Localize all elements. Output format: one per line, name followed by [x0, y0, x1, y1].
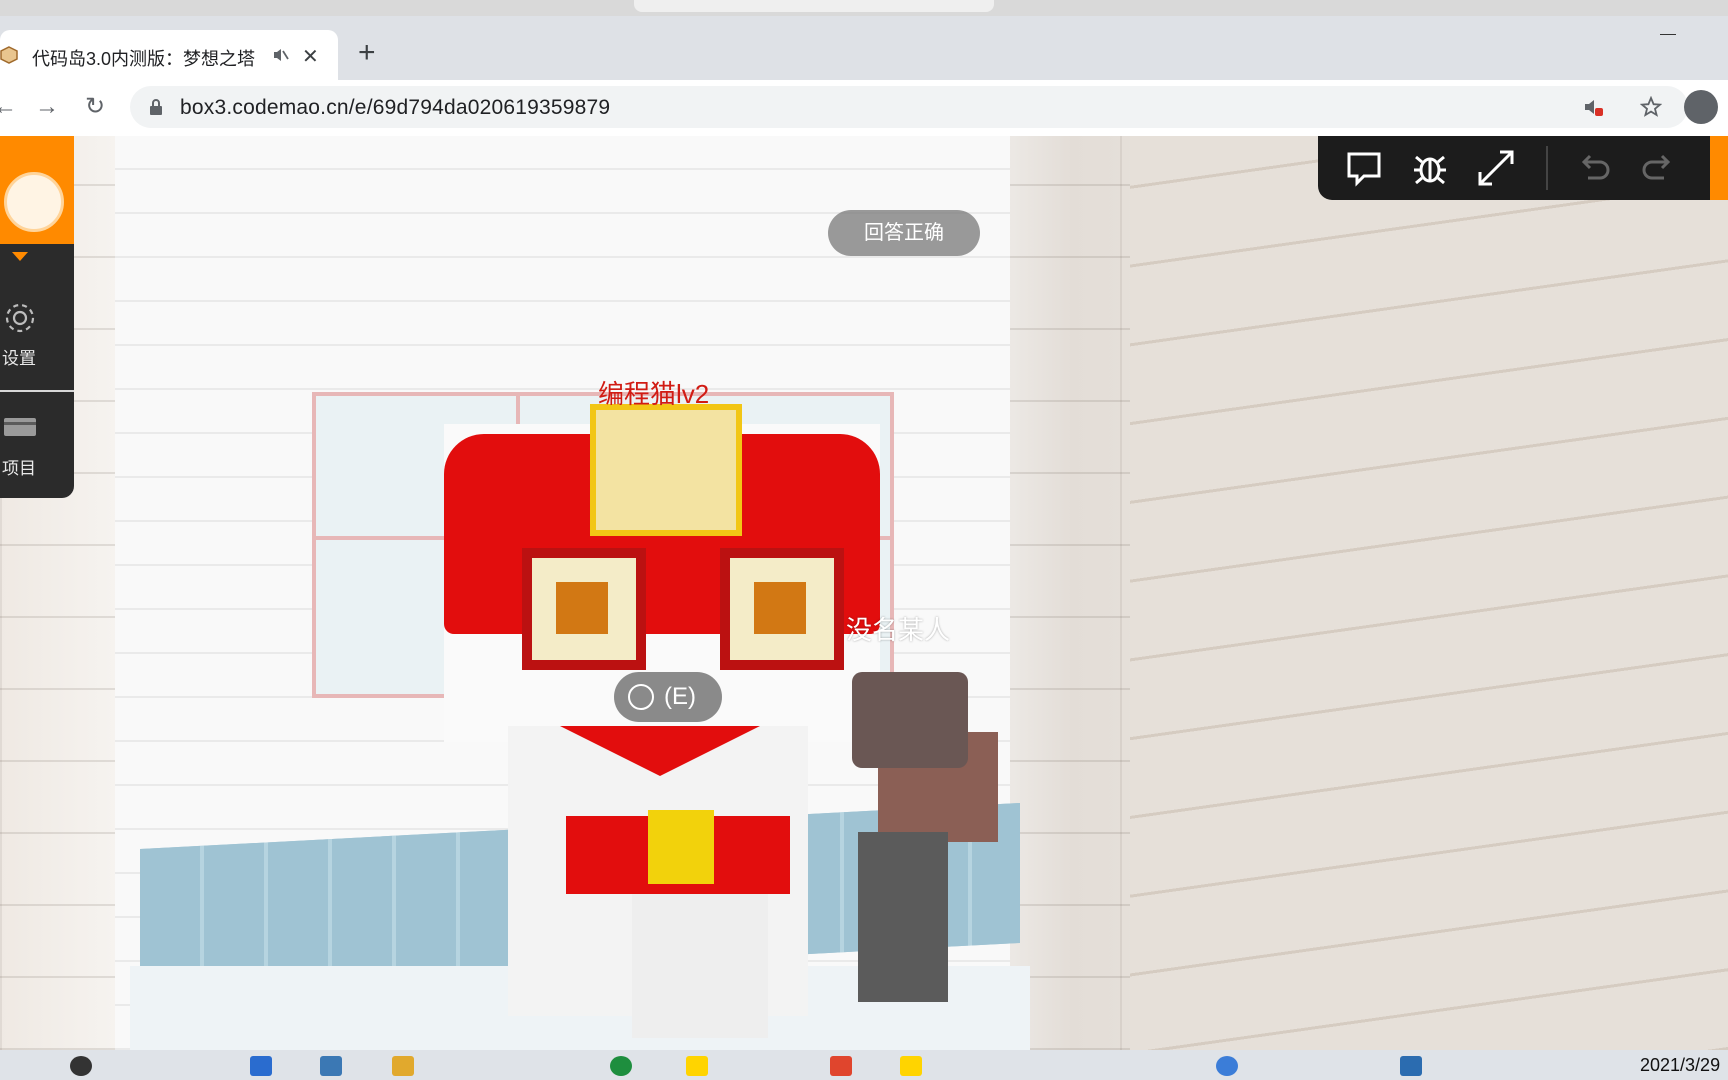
cat-right-eye — [720, 548, 844, 670]
toolbar-separator — [1546, 146, 1548, 190]
folder-icon — [4, 418, 36, 436]
codemao-logo-icon[interactable] — [4, 172, 64, 232]
sticky-app-icon[interactable] — [686, 1056, 708, 1076]
cat-pupil — [754, 582, 806, 634]
left-sidebar: 设置 项目 — [0, 136, 74, 498]
sidebar-item-project[interactable]: 项目 — [0, 408, 74, 488]
cube-favicon-icon — [0, 46, 18, 64]
sidebar-item-settings[interactable]: 设置 — [0, 300, 74, 372]
interact-prompt[interactable]: (E) — [614, 672, 722, 722]
npc-nametag: 没名某人 — [846, 615, 951, 645]
tab-close-icon[interactable]: ✕ — [302, 44, 319, 69]
gear-icon — [5, 303, 35, 333]
python-icon[interactable] — [320, 1056, 342, 1076]
cat-pupil — [556, 582, 608, 634]
bookmark-star-icon[interactable] — [1640, 96, 1662, 118]
lock-icon[interactable] — [148, 98, 164, 116]
tab-title: 代码岛3.0内测版：梦想之塔 — [32, 49, 256, 69]
sticky-app-icon[interactable] — [900, 1056, 922, 1076]
bug-icon[interactable] — [1410, 148, 1450, 188]
cat-right-leg — [694, 894, 768, 1038]
active-tab[interactable]: 代码岛3.0内测版：梦想之塔 ✕ — [0, 30, 338, 80]
os-taskbar: 2021/3/29 — [0, 1050, 1728, 1080]
taskbar-date[interactable]: 2021/3/29 — [1640, 1055, 1720, 1076]
interact-key-label: (E) — [664, 683, 696, 710]
tray-network-icon[interactable] — [1216, 1056, 1238, 1076]
cat-left-eye — [522, 548, 646, 670]
file-explorer-icon[interactable] — [392, 1056, 414, 1076]
chrome-icon[interactable] — [610, 1056, 632, 1076]
sidebar-item-label: 项目 — [2, 459, 36, 478]
brand-header[interactable] — [0, 136, 74, 244]
minimize-button[interactable] — [1660, 34, 1676, 35]
cat-crest — [590, 404, 742, 536]
cat-belt-buckle — [648, 810, 714, 884]
circle-icon — [628, 684, 654, 710]
redo-icon[interactable] — [1638, 148, 1678, 188]
cortana-icon[interactable] — [70, 1056, 92, 1076]
mute-icon[interactable] — [272, 46, 290, 64]
cat-nametag: 编程猫lv2 — [598, 379, 710, 409]
back-arrow-icon[interactable]: ← — [0, 92, 20, 122]
sidebar-divider — [0, 390, 74, 392]
url-text[interactable]: box3.codemao.cn/e/69d794da020619359879 — [180, 96, 610, 120]
undo-icon[interactable] — [1574, 148, 1614, 188]
right-brick-wall — [1130, 136, 1728, 1050]
video-app-icon[interactable] — [830, 1056, 852, 1076]
forward-arrow-icon[interactable]: → — [32, 92, 62, 122]
profile-avatar-icon[interactable] — [1684, 90, 1718, 124]
orange-accent-tab[interactable] — [1710, 136, 1728, 200]
reload-icon[interactable]: ↻ — [80, 92, 110, 122]
ghost-tab — [634, 0, 994, 12]
answer-correct-button[interactable]: 回答正确 — [828, 210, 980, 256]
editor-toolbar — [1318, 136, 1710, 200]
blocked-sound-icon[interactable] — [1582, 96, 1604, 118]
app-grid-icon[interactable] — [250, 1056, 272, 1076]
chat-icon[interactable] — [1344, 148, 1384, 188]
tab-bar: 代码岛3.0内测版：梦想之塔 ✕ + — [0, 16, 1728, 80]
omnibox[interactable]: box3.codemao.cn/e/69d794da020619359879 — [130, 86, 1688, 128]
fullscreen-icon[interactable] — [1476, 148, 1516, 188]
sidebar-item-label: 设置 — [2, 349, 36, 368]
dropdown-caret-icon[interactable] — [12, 252, 28, 261]
address-bar-row: ← → ↻ box3.codemao.cn/e/69d794da02061935… — [0, 80, 1728, 136]
game-viewport[interactable]: 编程猫lv2 没名某人 回答正确 (E) — [0, 136, 1728, 1050]
npc-helmet — [852, 672, 968, 768]
new-tab-button[interactable]: + — [358, 38, 376, 68]
tray-app-icon[interactable] — [1400, 1056, 1422, 1076]
npc-character[interactable] — [838, 672, 998, 1012]
npc-body — [858, 832, 948, 1002]
window-top-strip — [0, 0, 1728, 16]
